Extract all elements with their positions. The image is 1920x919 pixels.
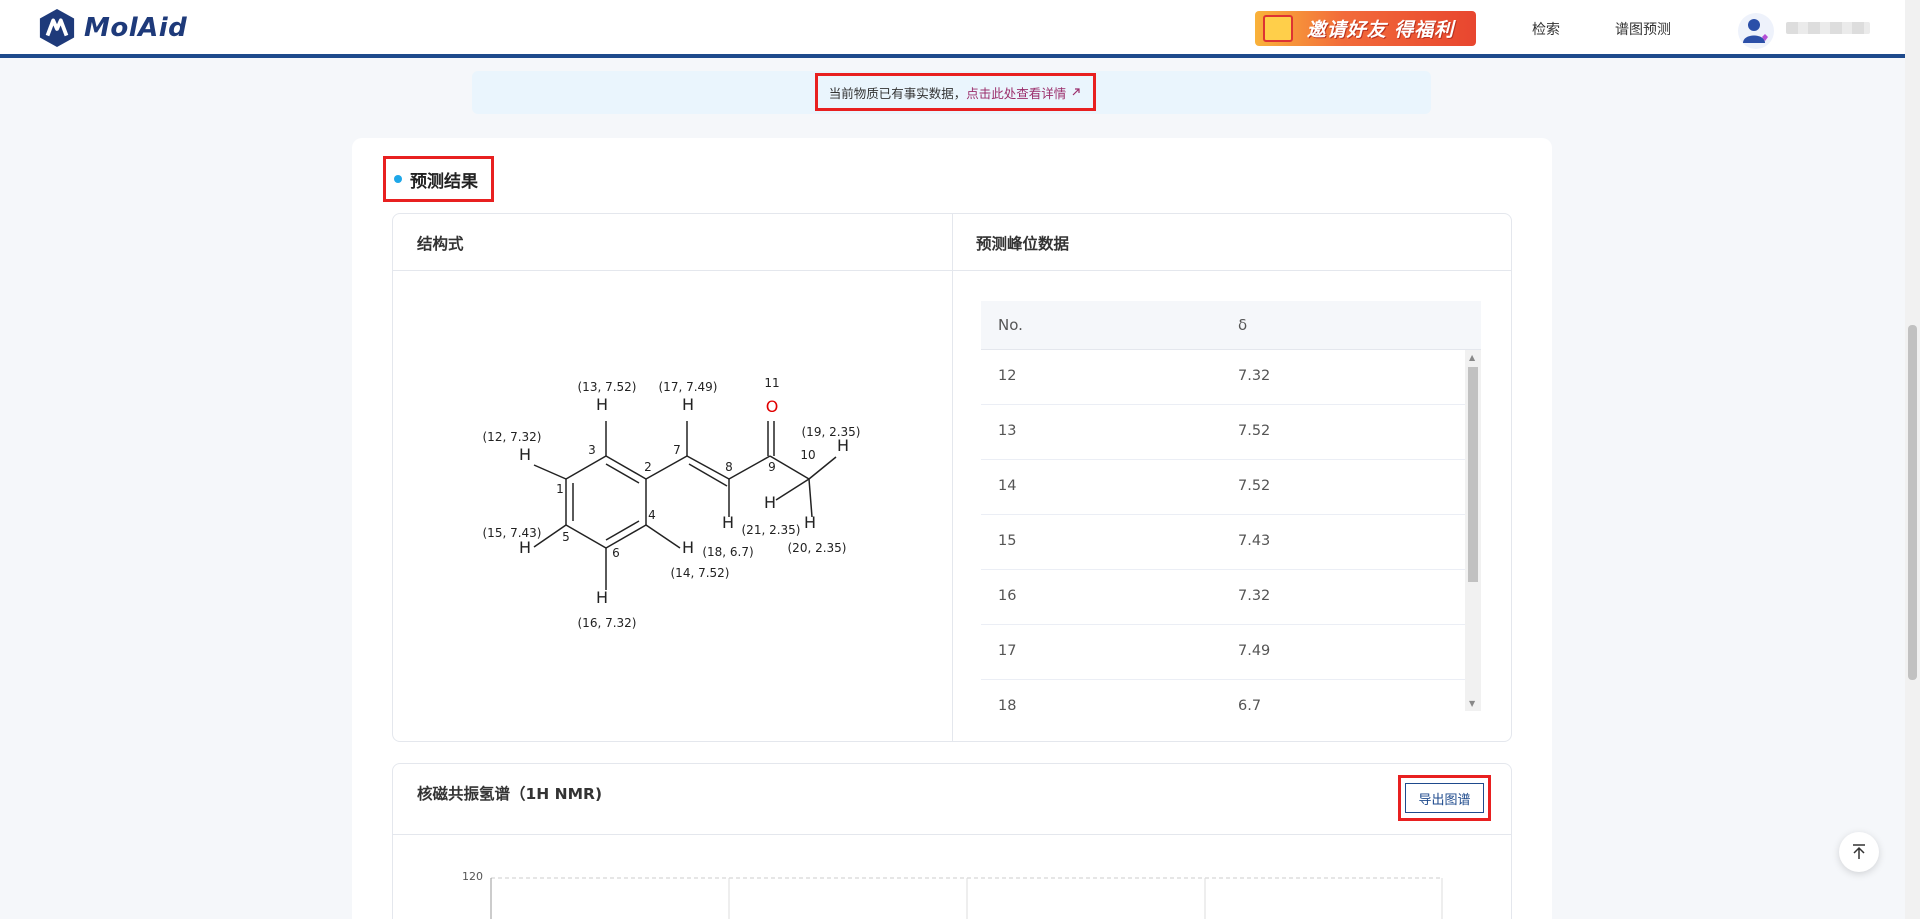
logo[interactable]: MolAid (38, 8, 187, 48)
scroll-up-arrow-icon[interactable]: ▲ (1469, 353, 1475, 362)
invite-promo-banner[interactable]: 邀请好友 得福利 (1255, 11, 1476, 46)
atom-label: H (519, 538, 531, 557)
top-header: MolAid 邀请好友 得福利 检索 谱图预测 (0, 0, 1905, 58)
notice-highlight: 当前物质已有事实数据， 点击此处查看详情 (815, 73, 1096, 111)
notice-text: 当前物质已有事实数据， (828, 85, 967, 101)
atom-number: 7 (673, 443, 681, 457)
table-row: 14 7.52 (981, 460, 1465, 515)
page-scrollbar-thumb[interactable] (1908, 325, 1917, 680)
structure-heading: 结构式 (417, 235, 464, 253)
atom-number: 10 (800, 448, 815, 462)
atom-number: 11 (764, 376, 779, 390)
nav-spectrum-predict[interactable]: 谱图预测 (1615, 19, 1671, 39)
cell-delta: 7.32 (1238, 588, 1271, 604)
atom-number: 2 (644, 460, 652, 474)
molecule-structure: H H OHHHHHH HH113 72 8 9101456(13, 7.52) (17, 7… (483, 376, 861, 630)
back-to-top-button[interactable] (1839, 832, 1879, 872)
shift-label: (18, 6.7) (702, 545, 753, 559)
export-highlight: 导出图谱 (1398, 775, 1491, 821)
panel-divider (952, 214, 953, 741)
table-row: 15 7.43 (981, 515, 1465, 570)
cell-delta: 6.7 (1238, 698, 1262, 711)
external-link-icon[interactable] (1070, 86, 1082, 98)
cell-no: 15 (998, 533, 1017, 549)
shift-label: (13, 7.52) (578, 380, 637, 394)
table-row: 16 7.32 (981, 570, 1465, 625)
cell-delta: 7.43 (1238, 533, 1271, 549)
cell-no: 18 (998, 698, 1017, 711)
export-spectrum-button[interactable]: 导出图谱 (1405, 783, 1484, 813)
col-no-header: No. (998, 316, 1023, 334)
table-row: 13 7.52 (981, 405, 1465, 460)
cell-no: 16 (998, 588, 1017, 604)
atom-label: H (519, 445, 531, 464)
user-icon (1743, 19, 1768, 43)
shift-label: (20, 2.35) (788, 541, 847, 555)
result-title-highlight: 预测结果 (383, 156, 494, 202)
table-row: 18 6.7 (981, 680, 1465, 711)
molaid-logo-icon (39, 9, 75, 47)
scroll-down-arrow-icon[interactable]: ▼ (1469, 699, 1475, 708)
user-avatar[interactable] (1738, 13, 1774, 49)
peak-table: No. δ 12 7.32 13 7.52 14 7.52 15 7.43 16 7.32 17 7.… (981, 301, 1481, 711)
col-delta-header: δ (1238, 316, 1248, 334)
bond-lines (533, 421, 837, 590)
table-scrollbar[interactable]: ▲ ▼ (1465, 350, 1481, 711)
username-redacted[interactable] (1786, 22, 1870, 34)
table-row: 12 7.32 (981, 350, 1465, 405)
cell-delta: 7.52 (1238, 478, 1271, 494)
atom-label: H (804, 513, 816, 532)
shift-label: (16, 7.32) (578, 616, 637, 630)
panel-header-divider (393, 270, 1511, 271)
atom-number: 5 (562, 530, 570, 544)
shift-label: (12, 7.32) (483, 430, 542, 444)
result-title: 预测结果 (410, 171, 478, 192)
atom-label: O (766, 397, 779, 416)
arrow-up-icon (1853, 844, 1865, 859)
peaks-heading: 预测峰位数据 (976, 235, 1070, 253)
cell-no: 14 (998, 478, 1017, 494)
shift-label: (17, 7.49) (659, 380, 718, 394)
shift-label: (15, 7.43) (483, 526, 542, 540)
table-row: 17 7.49 (981, 625, 1465, 680)
title-bullet-icon (394, 175, 402, 183)
view-details-link[interactable]: 点击此处查看详情 (966, 83, 1066, 102)
atom-label: H (722, 513, 734, 532)
atom-number: 3 (588, 443, 596, 457)
page-scrollbar[interactable] (1905, 0, 1920, 919)
atom-number: 6 (612, 546, 620, 560)
nav-search[interactable]: 检索 (1532, 19, 1560, 39)
shift-label: (19, 2.35) (802, 425, 861, 439)
shift-label: (21, 2.35) (742, 523, 801, 537)
promo-text: 邀请好友 得福利 (1306, 19, 1455, 41)
atom-label: H (596, 588, 608, 607)
logo-text: MolAid (84, 13, 188, 43)
atom-label: H (596, 395, 608, 414)
gift-icon (1263, 15, 1293, 42)
nmr-chart-grid (490, 877, 1443, 919)
nmr-header-divider (393, 834, 1511, 835)
atom-label: H (682, 538, 694, 557)
atom-number: 8 (725, 460, 733, 474)
cell-delta: 7.52 (1238, 423, 1271, 439)
table-scrollbar-thumb[interactable] (1468, 367, 1478, 582)
cell-no: 13 (998, 423, 1017, 439)
y-axis-tick-label: 120 (462, 870, 483, 883)
cell-no: 12 (998, 368, 1017, 384)
atom-number: 1 (556, 482, 564, 496)
cell-delta: 7.32 (1238, 368, 1271, 384)
atom-number: 4 (648, 508, 656, 522)
table-body[interactable]: 12 7.32 13 7.52 14 7.52 15 7.43 16 7.32 17 7.49 18 6.… (981, 350, 1465, 711)
cell-no: 17 (998, 643, 1017, 659)
nmr-title: 核磁共振氢谱（1H NMR) (417, 785, 603, 803)
atom-number: 9 (768, 460, 776, 474)
atom-label: H (764, 493, 776, 512)
atom-label: H (682, 395, 694, 414)
shift-label: (14, 7.52) (671, 566, 730, 580)
table-header: No. δ (981, 301, 1481, 350)
cell-delta: 7.49 (1238, 643, 1271, 659)
